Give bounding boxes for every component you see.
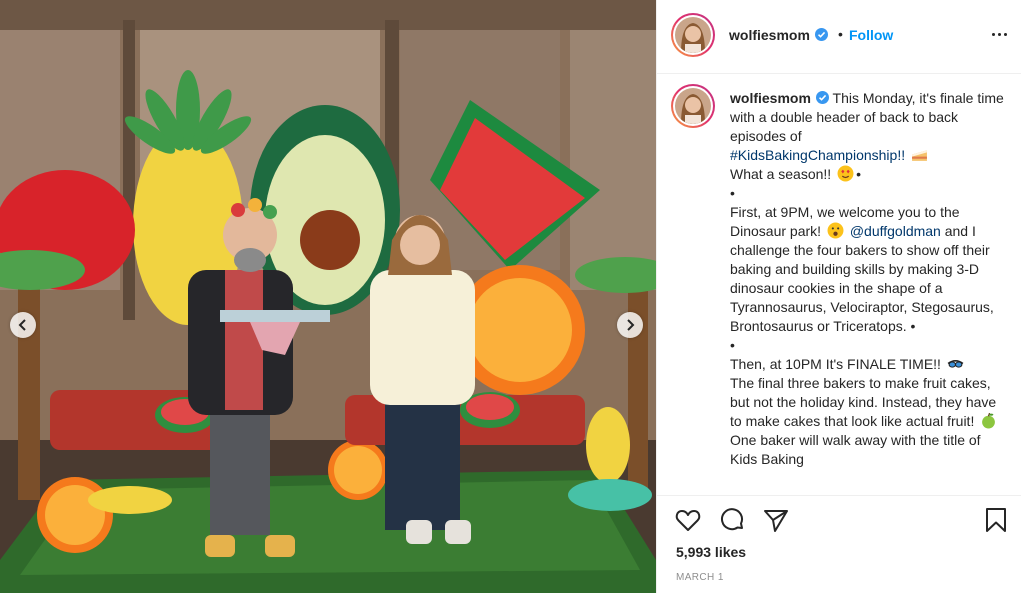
header-separator: • (838, 26, 843, 42)
paper-plane-icon (764, 510, 788, 532)
heart-icon (675, 510, 701, 531)
heart-eyes-emoji-icon (837, 165, 854, 182)
comment-button[interactable] (718, 506, 746, 534)
caption-paragraph-3-end: One baker will walk away with the title … (730, 432, 981, 467)
likes-count[interactable]: 5,993 likes (676, 544, 746, 560)
author-avatar[interactable] (671, 13, 715, 57)
bullet-1: • (730, 185, 735, 201)
like-button[interactable] (674, 506, 702, 534)
comment-bubble-icon (721, 508, 743, 531)
post-photo[interactable] (0, 0, 656, 593)
caption-paragraph-2-end: and I challenge the four bakers to show … (730, 223, 994, 334)
next-photo-button[interactable] (617, 312, 643, 338)
avatar-photo (675, 17, 711, 53)
caption-paragraph-3-start: Then, at 10PM It's FINALE TIME!! (730, 356, 941, 372)
swim-goggles-emoji-icon (947, 360, 964, 368)
hashtag-link[interactable]: #KidsBakingChampionship!! (730, 147, 905, 163)
grimacing-emoji-icon (827, 222, 844, 239)
post-date[interactable]: MARCH 1 (676, 572, 724, 583)
avatar-photo (675, 88, 711, 124)
follow-button[interactable]: Follow (849, 27, 893, 43)
verified-badge-icon (814, 28, 828, 41)
caption-paragraph-3-mid: The final three bakers to make fruit cak… (730, 375, 997, 429)
cake-emoji-icon (912, 150, 927, 161)
caption-season-text: What a season!! (730, 166, 832, 182)
author-username[interactable]: wolfiesmom (729, 27, 828, 43)
post-side-panel: wolfiesmom • Follow wolfiesmom This Mond… (656, 0, 1021, 593)
mention-link[interactable]: @duffgoldman (850, 223, 941, 239)
previous-photo-button[interactable] (10, 312, 36, 338)
share-button[interactable] (762, 506, 790, 534)
caption-author-avatar[interactable] (671, 84, 715, 128)
bullet-inline: • (856, 166, 861, 182)
post-header: wolfiesmom • Follow (657, 0, 1021, 74)
caption-username[interactable]: wolfiesmom (730, 90, 811, 106)
author-username-text[interactable]: wolfiesmom (729, 27, 810, 43)
bookmark-icon (986, 508, 1006, 532)
green-apple-emoji-icon (982, 412, 996, 429)
caption-section: wolfiesmom This Monday, it's finale time… (657, 75, 1021, 495)
bullet-2: • (730, 337, 735, 353)
chevron-right-icon (627, 319, 635, 331)
save-button[interactable] (982, 506, 1010, 534)
chevron-left-icon (18, 319, 26, 331)
post-caption: wolfiesmom This Monday, it's finale time… (730, 89, 1010, 469)
more-options-icon[interactable] (987, 22, 1011, 46)
verified-badge-icon (815, 91, 829, 104)
photo-scene-image (0, 0, 656, 593)
post-actions: 5,993 likes MARCH 1 (657, 495, 1021, 593)
